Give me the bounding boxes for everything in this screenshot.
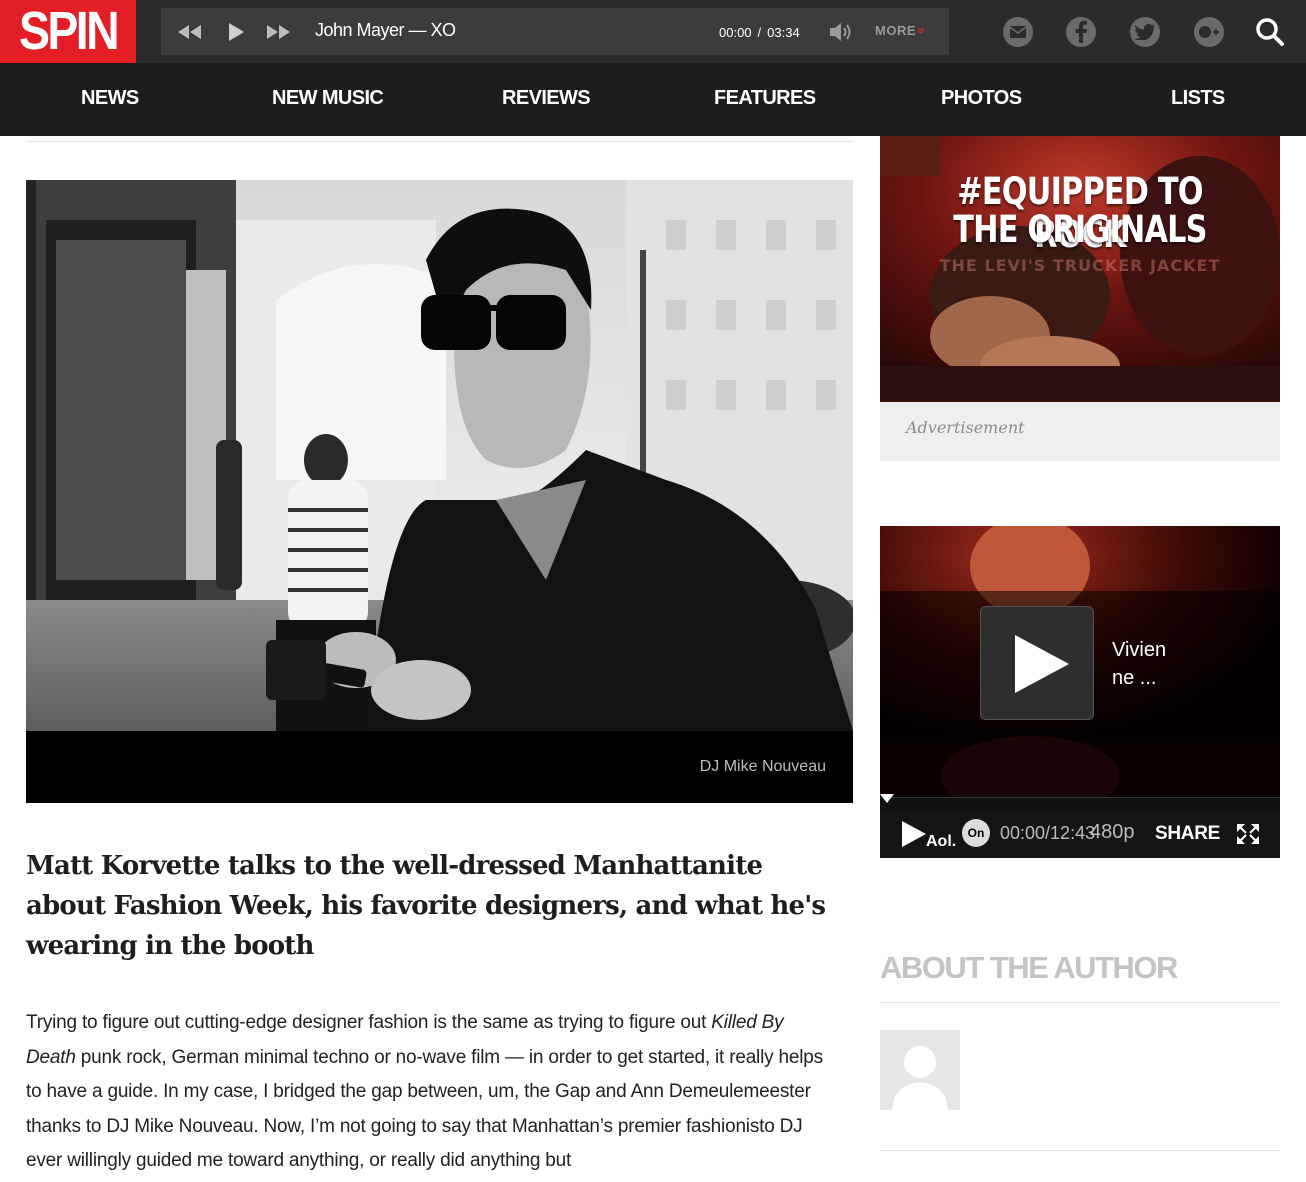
rewind-icon[interactable] [177, 22, 203, 42]
nav-reviews[interactable]: REVIEWS [502, 87, 591, 110]
photo-caption-bar: DJ Mike Nouveau [26, 731, 853, 803]
ad-label: Advertisement [906, 418, 1025, 437]
ad-subline: THE LEVI'S TRUCKER JACKET [939, 256, 1221, 275]
search-icon[interactable] [1254, 16, 1286, 48]
video-progress-bar[interactable] [880, 794, 1280, 812]
google-plus-icon[interactable] [1194, 17, 1224, 47]
current-time: 00:00 [719, 25, 752, 40]
track-title: John Mayer — XO [315, 20, 456, 40]
fullscreen-icon[interactable] [1236, 823, 1260, 845]
facebook-icon[interactable] [1066, 17, 1096, 47]
content-divider [26, 141, 854, 142]
video-controls: Aol. On 00:00/12:43 480p SHARE [880, 811, 1280, 858]
ad-label-box: Advertisement [880, 400, 1280, 461]
fast-forward-icon[interactable] [265, 22, 291, 42]
chevron-down-icon: » [914, 27, 929, 35]
ad-headline-line2: THE ORIGINALS [953, 208, 1207, 251]
body-text-part: Trying to figure out cutting-edge design… [26, 1012, 712, 1033]
nav-lists[interactable]: LISTS [1171, 87, 1225, 110]
play-icon[interactable] [223, 22, 249, 42]
logo-text: SPIN [18, 1, 120, 61]
author-divider [880, 1002, 1280, 1003]
audio-player: John Mayer — XO 00:00 / 03:34 MORE» [161, 8, 949, 55]
nav-new-music[interactable]: NEW MUSIC [272, 87, 384, 110]
duration: 03:34 [767, 25, 800, 40]
more-label: MORE [875, 23, 916, 38]
video-player[interactable]: Vivien ne ... Aol. On 00:00/12:43 480p S… [880, 526, 1280, 858]
more-button[interactable]: MORE» [875, 23, 929, 38]
twitter-icon[interactable] [1130, 17, 1160, 47]
mail-icon[interactable] [1003, 17, 1033, 47]
spin-logo[interactable]: SPIN [0, 0, 136, 63]
article-dek: Matt Korvette talks to the well-dressed … [26, 851, 826, 961]
player-time: 00:00 / 03:34 [719, 25, 800, 40]
article-photo[interactable] [26, 180, 853, 731]
nav-photos[interactable]: PHOTOS [941, 87, 1022, 110]
video-quality[interactable]: 480p [1090, 821, 1135, 844]
nav-features[interactable]: FEATURES [714, 87, 816, 110]
body-text-part: punk rock, German minimal techno or no-w… [26, 1046, 823, 1172]
time-separator: / [757, 25, 762, 40]
author-avatar[interactable] [880, 1030, 960, 1110]
video-share-button[interactable]: SHARE [1155, 823, 1220, 845]
photo-caption: DJ Mike Nouveau [699, 758, 826, 775]
video-play-button[interactable] [980, 606, 1094, 720]
video-time: 00:00/12:43 [1000, 823, 1096, 843]
main-nav: NEWS NEW MUSIC REVIEWS FEATURES PHOTOS L… [0, 63, 1306, 136]
aol-logo: Aol. [926, 833, 957, 850]
author-divider [880, 1150, 1280, 1151]
about-the-author-heading: ABOUT THE AUTHOR [880, 950, 1178, 985]
video-play-icon[interactable] [898, 819, 928, 849]
volume-icon[interactable] [828, 21, 854, 43]
top-bar: SPIN John Mayer — XO 00:00 / 03:34 MORE» [0, 0, 1306, 63]
nav-news[interactable]: NEWS [81, 87, 139, 110]
video-title: Vivien ne ... [1112, 639, 1167, 689]
aol-on-badge: On [962, 819, 990, 847]
advertisement-banner[interactable]: #EQUIPPED TO ROCK THE ORIGINALS THE LEVI… [880, 136, 1280, 400]
article-body: Trying to figure out cutting-edge design… [26, 1006, 836, 1179]
